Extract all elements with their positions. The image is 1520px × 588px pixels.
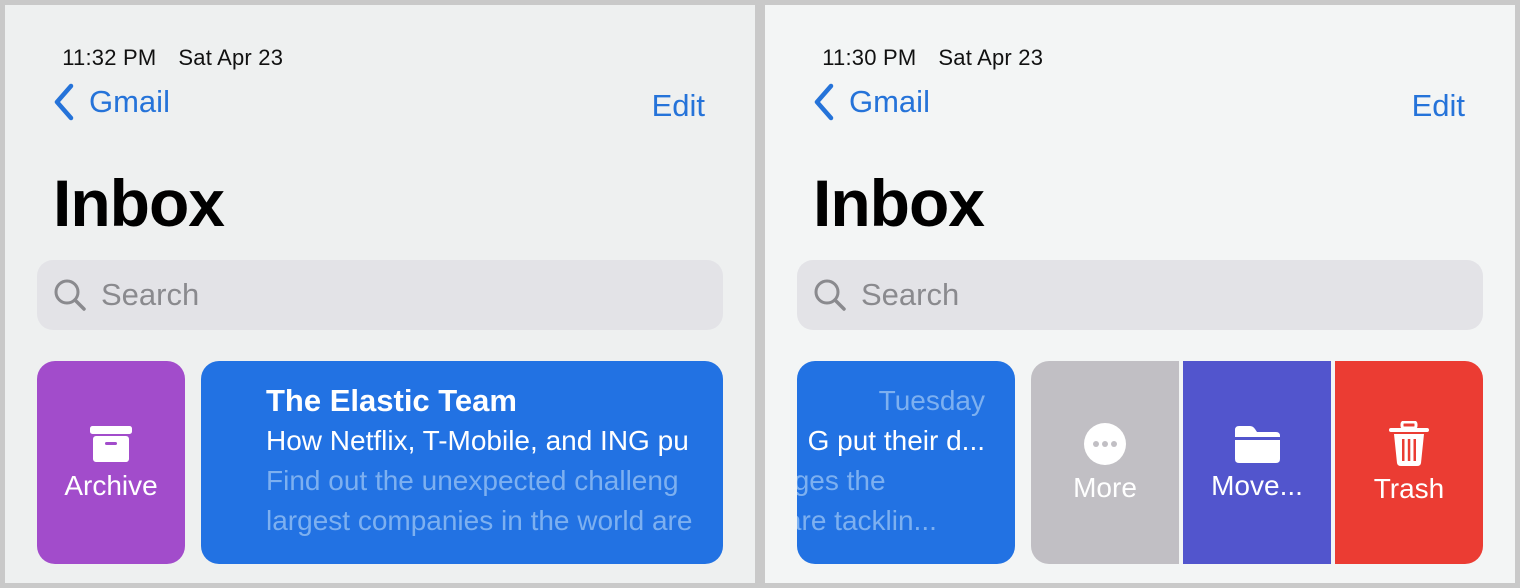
status-time: 11:32 PM [62,45,157,70]
email-card[interactable]: Tuesday G put their d... enges the d are… [797,361,1015,564]
left-screenshot-panel: 11:32 PM Sat Apr 23 Gmail Edit Inbox Arch… [5,5,755,583]
page-title: Inbox [813,166,985,240]
email-row-swiped-right: Archive The Elastic Team How Netflix, T-… [5,361,755,564]
archive-box-icon [90,425,132,462]
email-preview-line-1: Find out the unexpected challeng [266,465,679,496]
email-preview-line-2: largest companies in the world are [266,505,693,536]
trash-icon [1389,420,1429,466]
edit-button[interactable]: Edit [652,88,705,124]
email-sender: The Elastic Team [266,383,517,418]
edit-button[interactable]: Edit [1412,88,1465,124]
more-label: More [1073,471,1137,503]
back-label: Gmail [849,84,930,119]
email-preview-line-1: enges the [797,465,886,496]
status-date: Sat Apr 23 [938,45,1044,70]
search-input[interactable] [99,276,683,314]
email-subject: G put their d... [807,425,985,456]
email-row-swiped-left: Tuesday G put their d... enges the d are… [765,361,1515,564]
back-label: Gmail [89,84,170,119]
search-bar[interactable] [37,260,723,330]
email-card[interactable]: The Elastic Team How Netflix, T-Mobile, … [201,361,723,564]
email-preview-line-2: d are tacklin... [797,505,937,536]
archive-button[interactable]: Archive [37,361,185,564]
trash-label: Trash [1373,472,1445,504]
archive-label: Archive [64,469,158,501]
folder-icon [1235,425,1280,463]
status-time: 11:30 PM [822,45,917,70]
back-button[interactable]: Gmail [53,83,170,121]
search-bar[interactable] [797,260,1483,330]
move-label: Move... [1211,469,1303,501]
search-input[interactable] [859,276,1443,314]
email-subject: How Netflix, T-Mobile, and ING pu [266,425,689,456]
search-icon [814,279,846,311]
search-icon [54,279,86,311]
ellipsis-circle-icon [1084,422,1126,465]
chevron-left-icon [54,83,74,121]
back-button[interactable]: Gmail [813,83,930,121]
chevron-left-icon [814,83,834,121]
status-date: Sat Apr 23 [178,45,284,70]
email-date: Tuesday [878,385,985,416]
right-screenshot-panel: 11:30 PM Sat Apr 23 Gmail Edit Inbox Tues… [765,5,1515,583]
more-button[interactable]: More [1031,361,1179,564]
page-title: Inbox [53,166,225,240]
trash-button[interactable]: Trash [1335,361,1483,564]
move-button[interactable]: Move... [1183,361,1331,564]
